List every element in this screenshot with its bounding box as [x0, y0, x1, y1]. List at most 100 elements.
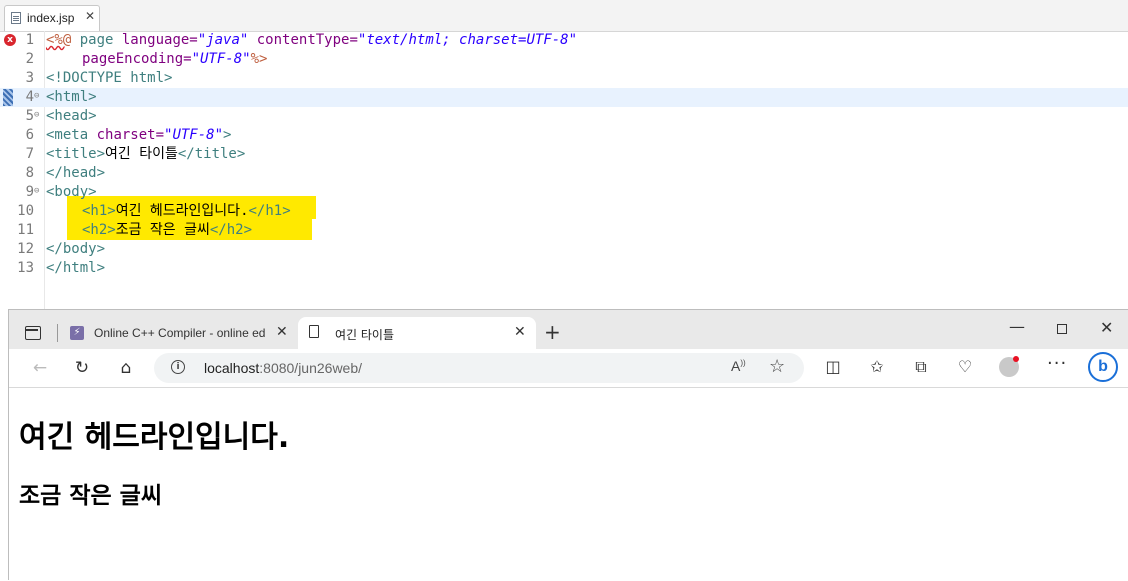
code-line[interactable]: 5 ⊖ <head>	[0, 107, 1128, 126]
split-screen-icon[interactable]: ◫	[821, 357, 845, 376]
meta-tag: <meta	[46, 127, 89, 143]
reload-button[interactable]: ↻	[71, 358, 93, 378]
attr-value: "UTF-8"	[191, 51, 251, 67]
code-editor: index.jsp ✕ x 1 <%@ page language="java"…	[0, 0, 1128, 310]
profile-avatar[interactable]	[999, 356, 1019, 377]
code-line[interactable]: 7 <title>여긴 타이틀</title>	[0, 145, 1128, 164]
code-line[interactable]: 2 pageEncoding="UTF-8"%>	[0, 50, 1128, 69]
close-window-button[interactable]: ✕	[1100, 318, 1113, 337]
code-line[interactable]: 6 <meta charset="UTF-8">	[0, 126, 1128, 145]
page-headline: 여긴 헤드라인입니다.	[19, 420, 290, 455]
address-bar[interactable]: i localhost:8080/jun26web/ A)) ☆	[154, 353, 804, 383]
body-close-tag: </body>	[46, 241, 106, 257]
fold-icon[interactable]: ⊖	[34, 183, 43, 200]
url-host: localhost	[204, 360, 260, 376]
code-line[interactable]: 8 </head>	[0, 164, 1128, 183]
head-close-tag: </head>	[46, 165, 106, 181]
code-line[interactable]: 12 </body>	[0, 240, 1128, 259]
html-tag: <html>	[46, 89, 97, 105]
tag-end: >	[223, 127, 232, 143]
tab-label: Online C++ Compiler - online ed	[94, 326, 266, 340]
lightning-icon: ⚡	[70, 326, 84, 340]
code-line[interactable]: 3 <!DOCTYPE html>	[0, 69, 1128, 88]
code-line[interactable]: 11 <h2>조금 작은 글씨</h2>	[0, 221, 1128, 240]
home-button[interactable]: ⌂	[115, 358, 137, 378]
jsp-directive-close: %>	[250, 51, 268, 67]
code-line[interactable]: x 1 <%@ page language="java" contentType…	[0, 31, 1128, 50]
favorites-icon[interactable]: ✩	[865, 357, 889, 376]
info-icon[interactable]: i	[171, 360, 185, 374]
browser-toolbar: ← ↻ ⌂ i localhost:8080/jun26web/ A)) ☆ ◫…	[9, 349, 1128, 388]
read-aloud-icon[interactable]: A))	[731, 358, 746, 374]
line-number: 11	[17, 222, 34, 238]
head-tag: <head>	[46, 108, 97, 124]
line-number: 12	[17, 241, 34, 257]
page-content: 여긴 헤드라인입니다. 조금 작은 글씨	[9, 388, 1128, 581]
line-number: 8	[25, 165, 34, 181]
url-path: :8080/jun26web/	[259, 360, 363, 376]
vertical-tabs-icon[interactable]	[25, 326, 41, 340]
doctype: <!DOCTYPE html>	[46, 70, 173, 86]
title-open-tag: <title>	[46, 146, 106, 162]
close-icon[interactable]: ✕	[514, 324, 526, 340]
code-line[interactable]: 10 <h1>여긴 헤드라인입니다.</h1>	[0, 202, 1128, 221]
line-number: 7	[25, 146, 34, 162]
h2-close-tag: </h2>	[209, 222, 253, 238]
attr-name: contentType=	[248, 32, 358, 48]
directive-name: page	[71, 32, 122, 48]
tab-online-compiler[interactable]: ⚡ Online C++ Compiler - online ed ✕	[61, 317, 297, 349]
line-number: 2	[25, 51, 34, 67]
close-icon[interactable]: ✕	[276, 324, 288, 340]
html-close-tag: </html>	[46, 260, 106, 276]
attr-value: "text/html; charset=UTF-8"	[357, 32, 578, 48]
browser-window: ⚡ Online C++ Compiler - online ed ✕ 여긴 타…	[8, 309, 1128, 581]
h1-close-tag: </h1>	[248, 203, 291, 219]
h2-open-tag: <h2>	[82, 222, 116, 238]
title-text: 여긴 타이틀	[105, 146, 178, 162]
minimize-button[interactable]: —	[1009, 317, 1025, 336]
h1-open-tag: <h1>	[82, 203, 116, 219]
attr-name: pageEncoding=	[82, 51, 192, 67]
editor-tab-label: index.jsp	[27, 11, 75, 25]
line-number: 9	[25, 184, 34, 200]
title-close-tag: </title>	[177, 146, 246, 162]
page-subheading: 조금 작은 글씨	[19, 483, 162, 509]
jsp-file-icon	[11, 12, 21, 24]
page-icon	[309, 325, 319, 338]
line-number: 5	[25, 108, 34, 124]
new-tab-button[interactable]: +	[544, 320, 561, 344]
url-text[interactable]: localhost:8080/jun26web/	[204, 360, 362, 376]
favorite-star-icon[interactable]: ☆	[769, 356, 785, 377]
more-menu-button[interactable]: ···	[1047, 353, 1067, 374]
line-number: 6	[25, 127, 34, 143]
h1-text: 여긴 헤드라인입니다.	[115, 203, 249, 219]
browser-tab-strip: ⚡ Online C++ Compiler - online ed ✕ 여긴 타…	[9, 310, 1128, 349]
code-line-current[interactable]: 4 ⊖ <html>	[0, 88, 1128, 107]
attr-name: language=	[121, 32, 198, 48]
fold-icon[interactable]: ⊖	[34, 107, 43, 124]
line-number: 10	[17, 203, 34, 219]
tab-label: 여긴 타이틀	[335, 328, 395, 342]
attr-value: "java"	[197, 32, 249, 48]
fold-icon[interactable]: ⊖	[34, 88, 43, 105]
collections-icon[interactable]: ⧉	[909, 357, 933, 377]
tab-separator	[57, 324, 58, 342]
line-number: 13	[17, 260, 34, 276]
line-number: 3	[25, 70, 34, 86]
line-number: 4	[25, 89, 34, 105]
close-icon[interactable]: ✕	[85, 9, 95, 23]
bing-copilot-icon[interactable]: b	[1088, 352, 1118, 382]
h2-text: 조금 작은 글씨	[115, 222, 210, 238]
tab-index-jsp[interactable]: index.jsp ✕	[4, 5, 100, 31]
performance-icon[interactable]: ♡	[953, 357, 977, 376]
code-line[interactable]: 9 ⊖ <body>	[0, 183, 1128, 202]
body-tag: <body>	[46, 184, 97, 200]
code-line[interactable]: 13 </html>	[0, 259, 1128, 278]
tab-active-page[interactable]: 여긴 타이틀 ✕	[298, 317, 536, 349]
jsp-directive-open: <%@	[46, 32, 72, 48]
back-button[interactable]: ←	[29, 358, 51, 378]
maximize-button[interactable]	[1057, 324, 1067, 334]
attr-name: charset=	[88, 127, 165, 143]
editor-tab-bar: index.jsp ✕	[0, 0, 1128, 32]
attr-value: "UTF-8"	[164, 127, 224, 143]
